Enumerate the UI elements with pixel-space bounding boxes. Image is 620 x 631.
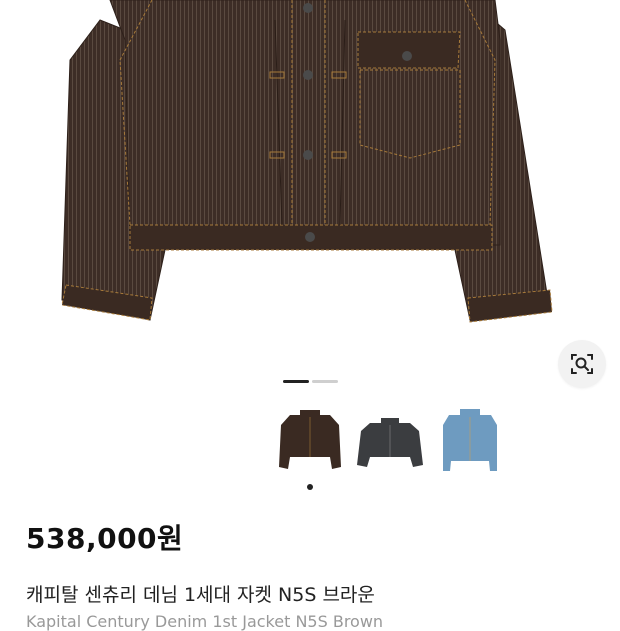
product-price: 538,000원	[26, 522, 184, 555]
thumbnail-jacket-image	[357, 418, 423, 467]
thumbnail-jacket-image	[443, 409, 497, 471]
thumbnail-light-blue[interactable]	[435, 405, 505, 477]
product-main-image[interactable]	[0, 0, 620, 360]
thumbnail-jacket-image	[279, 410, 341, 469]
product-subtitle: Kapital Century Denim 1st Jacket N5S Bro…	[26, 612, 384, 631]
product-title: 캐피탈 센츄리 데님 1세대 자켓 N5S 브라운	[26, 584, 375, 606]
carousel-indicator[interactable]	[312, 380, 338, 383]
thumbnail-charcoal[interactable]	[355, 405, 425, 477]
image-search-button[interactable]	[558, 340, 606, 388]
thumbnail-brown[interactable]	[275, 405, 345, 477]
image-search-icon	[571, 354, 593, 374]
jacket-image	[61, 0, 553, 323]
thumbnail-strip	[275, 405, 505, 480]
carousel-indicator-active[interactable]	[283, 380, 309, 383]
thumbnail-selected-dot	[307, 484, 313, 490]
